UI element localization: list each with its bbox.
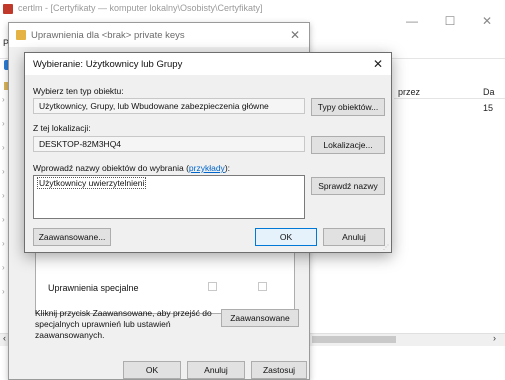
advanced-info-text: Kliknij przycisk Zaawansowane, aby przej… [35,308,212,340]
names-label: Wprowadź nazwy obiektów do wybrania (prz… [33,163,230,173]
close-icon[interactable]: ✕ [285,27,305,43]
locations-button[interactable]: Lokalizacje... [311,136,385,154]
ok-button[interactable]: OK [123,361,181,379]
certlm-window-title: certlm - [Certyfikaty — komputer lokalny… [18,3,263,13]
examples-link[interactable]: przykłady [189,163,225,173]
location-label: Z tej lokalizacji: [33,123,91,133]
resize-grip-icon[interactable]: ⋰ [383,244,389,251]
object-types-button[interactable]: Typy obiektów... [311,98,385,116]
permissions-list: Uprawnienia specjalne [35,250,295,314]
advanced-button[interactable]: Zaawansowane [221,309,299,327]
scrollbar-thumb[interactable] [312,336,396,343]
object-names-input[interactable]: Użytkownicy uwierzytelnieni [33,175,305,219]
allow-checkbox [208,282,217,291]
permissions-dialog-title: Uprawnienia dla <brak> private keys [31,30,185,41]
column-header-issued-by[interactable]: przez [398,87,420,97]
key-folder-icon [16,30,26,40]
column-header-divider [394,98,505,99]
close-icon[interactable]: ✕ [369,56,387,72]
object-type-label: Wybierz ten typ obiektu: [33,86,124,96]
advanced-button[interactable]: Zaawansowane... [33,228,111,246]
permissions-titlebar: Uprawnienia dla <brak> private keys ✕ [9,23,309,47]
cancel-button[interactable]: Anuluj [323,228,385,246]
certlm-app-icon [3,4,13,14]
select-dialog-title: Wybieranie: Użytkownicy lub Grupy [33,59,183,70]
location-field: DESKTOP-82M3HQ4 [33,136,305,152]
select-users-dialog: Wybieranie: Użytkownicy lub Grupy ✕ Wybi… [24,52,392,253]
check-names-button[interactable]: Sprawdź nazwy [311,177,385,195]
ok-button[interactable]: OK [255,228,317,246]
maximize-button[interactable]: ☐ [440,14,460,28]
cancel-button[interactable]: Anuluj [187,361,245,379]
apply-button[interactable]: Zastosuj [251,361,307,379]
object-type-field: Użytkownicy, Grupy, lub Wbudowane zabezp… [33,98,305,114]
table-cell-date[interactable]: 15 [483,103,493,113]
object-names-value: Użytkownicy uwierzytelnieni [37,177,147,189]
select-dialog-titlebar: Wybieranie: Użytkownicy lub Grupy ✕ [25,53,391,75]
column-header-date[interactable]: Da [483,87,495,97]
minimize-button[interactable]: — [402,14,422,28]
scroll-right-arrow-icon[interactable]: › [493,333,496,343]
names-label-prefix: Wprowadź nazwy obiektów do wybrania ( [33,163,189,173]
deny-checkbox [258,282,267,291]
scroll-left-arrow-icon[interactable]: ‹ [3,333,6,343]
special-permissions-label: Uprawnienia specjalne [48,283,139,293]
close-window-button[interactable]: ✕ [477,14,497,28]
names-label-suffix: ): [224,163,231,173]
